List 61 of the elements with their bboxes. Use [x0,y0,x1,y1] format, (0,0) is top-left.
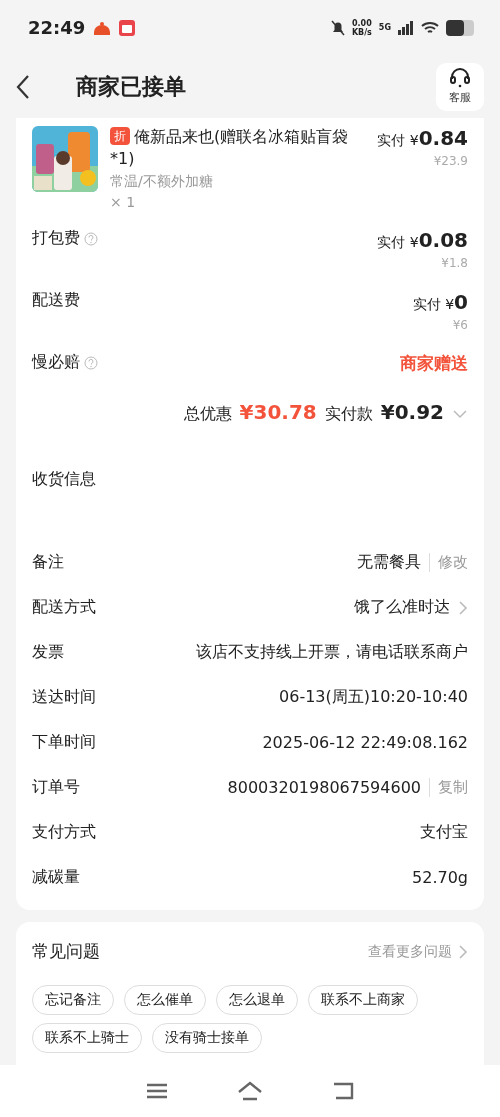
question-chip[interactable]: 忘记备注 [32,985,114,1015]
network-type: 5G [378,23,391,32]
bell-off-icon [330,19,345,36]
chevron-right-icon [458,943,468,960]
total-amount: ¥0.92 [380,400,444,424]
fee-label: 配送费 [32,290,80,311]
question-chip[interactable]: 没有骑士接单 [152,1023,262,1053]
signal-icon [398,20,414,35]
home-button[interactable] [237,1080,263,1102]
fee-label: 打包费 [32,228,80,249]
product-spec: 常温/不额外加糖 [110,173,214,191]
fee-label: 慢必赔 [32,352,80,373]
detail-label: 发票 [32,642,64,663]
chevron-right-icon [458,599,468,616]
question-chip[interactable]: 怎么退单 [216,985,298,1015]
paid-price: 实付 ¥0.84 [377,126,468,150]
total-label: 实付款 [324,404,373,425]
fee-value: 商家赠送 [400,352,468,375]
section-title: 收货信息 [32,469,97,490]
detail-label: 送达时间 [32,687,96,708]
detail-label: 备注 [32,552,64,573]
detail-label: 下单时间 [32,732,96,753]
original-price: ¥1.8 [441,256,468,270]
app-icon [93,19,112,36]
question-chip[interactable]: 联系不上商家 [308,985,418,1015]
detail-value: 52.70g [412,868,468,887]
page-title: 商家已接单 [76,72,186,101]
discount-amount: ¥30.78 [239,400,317,424]
customer-service-button[interactable]: 客服 [436,62,484,111]
menu-icon [145,1083,168,1099]
detail-label: 减碳量 [32,867,80,888]
detail-label: 订单号 [32,777,80,798]
home-icon [237,1081,263,1101]
original-price: ¥6 [452,318,468,332]
status-time: 22:49 [28,17,86,38]
detail-value: 饿了么准时达 [354,597,450,618]
detail-value: 2025-06-12 22:49:08.162 [262,733,468,752]
headset-icon [449,68,471,88]
question-chip[interactable]: 怎么催单 [124,985,206,1015]
product-quantity: × 1 [110,194,137,210]
question-chip[interactable]: 联系不上骑士 [32,1023,142,1053]
discount-badge: 折 [110,127,130,145]
detail-value: 该店不支持线上开票，请电话联系商户 [196,642,468,663]
battery-icon [446,19,474,36]
product-name: 折 俺新品来也(赠联名冰箱贴盲袋*1) [110,126,350,170]
net-speed: 0.00 KB/s [351,18,372,37]
original-price: ¥23.9 [433,154,468,168]
wifi-icon [421,20,439,35]
discount-label: 总优惠 [183,404,232,425]
paid-price: 实付 ¥0.08 [377,228,468,252]
back-icon [332,1082,355,1100]
detail-value: 8000320198067594600 [227,778,421,797]
detail-label: 支付方式 [32,822,96,843]
chevron-left-icon [16,73,30,100]
detail-label: 配送方式 [32,597,96,618]
paid-price: 实付 ¥0 [412,290,468,314]
detail-value: 无需餐具 [357,552,421,573]
app-icon [119,19,136,36]
section-title: 常见问题 [32,940,100,963]
detail-value: 06-13(周五)10:20-10:40 [279,687,468,708]
detail-value: 支付宝 [420,822,468,843]
